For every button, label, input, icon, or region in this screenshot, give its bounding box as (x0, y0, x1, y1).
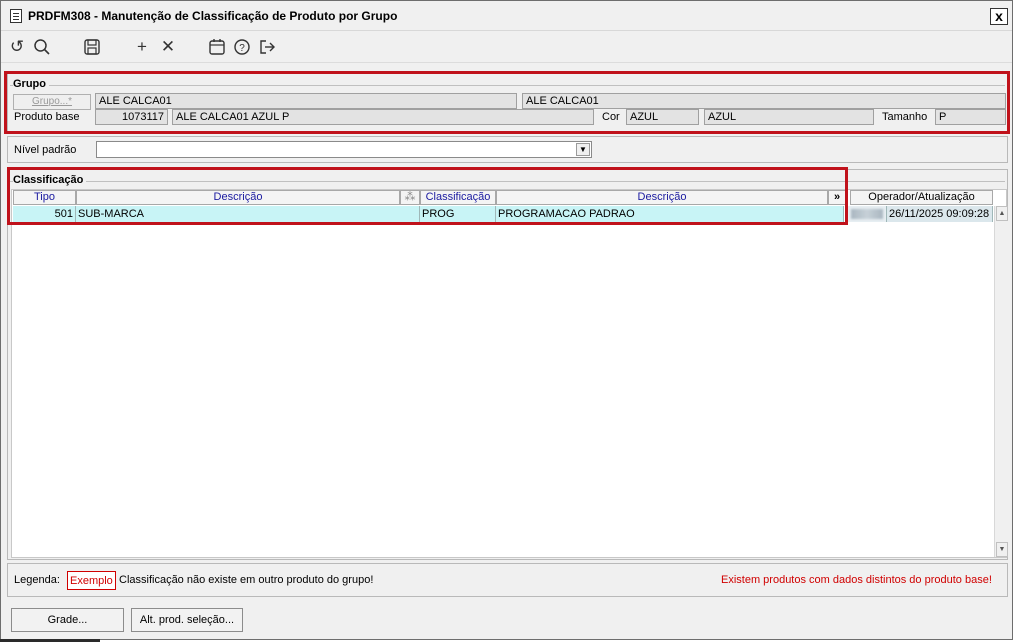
scroll-down-icon[interactable]: ▼ (996, 542, 1008, 557)
classificacao-highlight (7, 167, 848, 225)
grid-vertical-scrollbar[interactable]: ▲ ▼ (994, 206, 1008, 557)
close-button[interactable]: x (990, 8, 1008, 25)
grupo-highlight (4, 71, 1010, 134)
toolbar: ↺ + ✕ ? (1, 31, 1012, 63)
cell-atualizacao[interactable]: 26/11/2025 09:09:28 (887, 206, 993, 222)
legenda-warning: Existem produtos com dados distintos do … (721, 574, 992, 586)
legenda-exemplo: Exemplo (67, 571, 116, 590)
operador-redacted (851, 209, 883, 219)
scroll-up-icon[interactable]: ▲ (996, 206, 1008, 221)
exit-icon[interactable] (256, 36, 278, 58)
search-icon[interactable] (31, 36, 53, 58)
cell-operador[interactable] (848, 206, 887, 222)
document-icon (10, 9, 22, 23)
grade-button[interactable]: Grade... (11, 608, 124, 632)
main-window: PRDFM308 - Manutenção de Classificação d… (0, 0, 1013, 640)
calendar-icon[interactable] (206, 36, 228, 58)
classificacao-grid: Tipo Descrição ⁂ Classificação Descrição… (11, 189, 1008, 558)
undo-icon[interactable]: ↺ (6, 36, 28, 58)
nivel-padrao-select[interactable]: ▼ (96, 141, 592, 158)
alt-prod-selecao-button[interactable]: Alt. prod. seleção... (131, 608, 243, 632)
nivel-padrao-label: Nível padrão (14, 144, 77, 156)
help-icon[interactable]: ? (231, 36, 253, 58)
legenda-label: Legenda: (14, 574, 60, 586)
nivel-panel: Nível padrão ▼ (7, 136, 1008, 163)
classificacao-panel: Classificação Tipo Descrição ⁂ Classific… (7, 169, 1008, 560)
window-title: PRDFM308 - Manutenção de Classificação d… (28, 9, 398, 23)
col-header-operador[interactable]: Operador/Atualização (850, 190, 993, 205)
save-icon[interactable] (81, 36, 103, 58)
title-bar: PRDFM308 - Manutenção de Classificação d… (1, 1, 1012, 31)
add-icon[interactable]: + (131, 36, 153, 58)
svg-text:?: ? (239, 43, 245, 54)
chevron-down-icon[interactable]: ▼ (576, 143, 590, 156)
legenda-text: Classificação não existe em outro produt… (119, 574, 374, 586)
legenda-panel: Legenda: Exemplo Classificação não exist… (7, 563, 1008, 597)
delete-icon[interactable]: ✕ (157, 36, 179, 58)
